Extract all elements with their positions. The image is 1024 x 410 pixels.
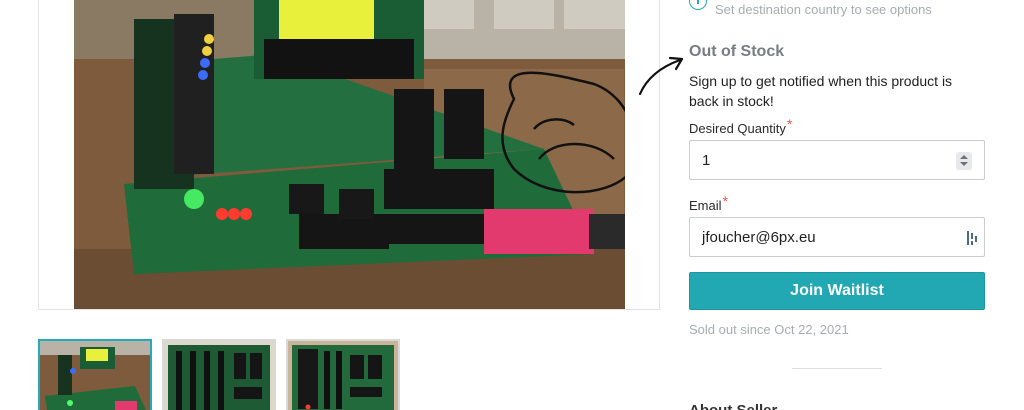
product-photo[interactable] bbox=[74, 0, 625, 309]
info-circle-icon bbox=[689, 0, 707, 10]
email-field[interactable]: jfoucher@6px.eu bbox=[689, 217, 985, 257]
thumbnail-2[interactable] bbox=[162, 339, 276, 410]
about-seller-heading: About Seller bbox=[689, 402, 985, 410]
stepper-up-icon[interactable] bbox=[960, 155, 968, 159]
required-marker: * bbox=[722, 193, 728, 209]
stepper-down-icon[interactable] bbox=[960, 162, 968, 166]
out-of-stock-title: Out of Stock bbox=[689, 43, 785, 60]
waitlist-description: Sign up to get notified when this produc… bbox=[689, 73, 953, 109]
password-manager-icon[interactable] bbox=[966, 230, 978, 246]
email-value: jfoucher@6px.eu bbox=[702, 228, 816, 246]
quantity-label: Desired Quantity* bbox=[689, 116, 985, 136]
join-waitlist-button[interactable]: Join Waitlist bbox=[689, 272, 985, 310]
thumbnail-3[interactable] bbox=[286, 339, 400, 410]
quantity-stepper-icon[interactable] bbox=[956, 152, 972, 170]
shipping-note: Set destination country to see options bbox=[715, 2, 932, 17]
quantity-input[interactable]: 1 bbox=[689, 140, 985, 180]
required-marker: * bbox=[786, 116, 793, 132]
email-label-text: Email bbox=[689, 198, 722, 213]
thumbnail-1[interactable] bbox=[38, 339, 152, 410]
product-image-frame bbox=[38, 0, 660, 310]
arrow-annotation-icon bbox=[638, 56, 684, 96]
quantity-value: 1 bbox=[702, 151, 711, 169]
sold-out-note: Sold out since Oct 22, 2021 bbox=[689, 322, 849, 337]
quantity-label-text: Desired Quantity bbox=[689, 121, 786, 136]
email-label: Email* bbox=[689, 193, 985, 213]
section-divider bbox=[792, 368, 882, 369]
